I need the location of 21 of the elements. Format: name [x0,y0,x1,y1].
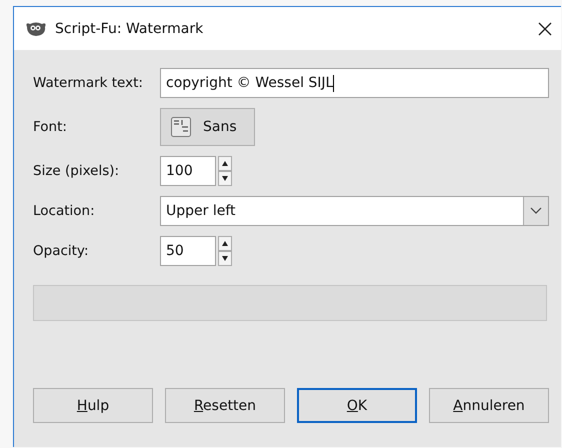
field-label: Location: [33,203,96,219]
field-label: Font: [33,119,68,135]
spin-field[interactable]: 100 [160,156,216,186]
chevron-down-icon [530,207,542,215]
dialog-button[interactable]: Hulp [33,388,153,423]
close-icon[interactable] [538,22,552,36]
spin-field[interactable]: 50 [160,236,216,266]
field-label: Size (pixels): [33,163,120,179]
dialog-button[interactable]: Resetten [165,388,285,423]
dropdown[interactable]: Upper left [160,196,549,226]
font-button[interactable]: Sans [160,108,255,146]
field-label: Watermark text: [33,75,144,91]
window-title: Script-Fu: Watermark [55,20,204,36]
dialog-button[interactable]: OK [297,388,417,423]
text-field[interactable]: copyright © Wessel SIJL [160,68,549,98]
spin-arrows-icon[interactable] [218,236,232,266]
spin-arrows-icon[interactable] [218,156,232,186]
dialog-button[interactable]: Annuleren [429,388,549,423]
font-icon [171,117,191,137]
mascot-icon [25,20,47,36]
field-label: Opacity: [33,243,90,259]
